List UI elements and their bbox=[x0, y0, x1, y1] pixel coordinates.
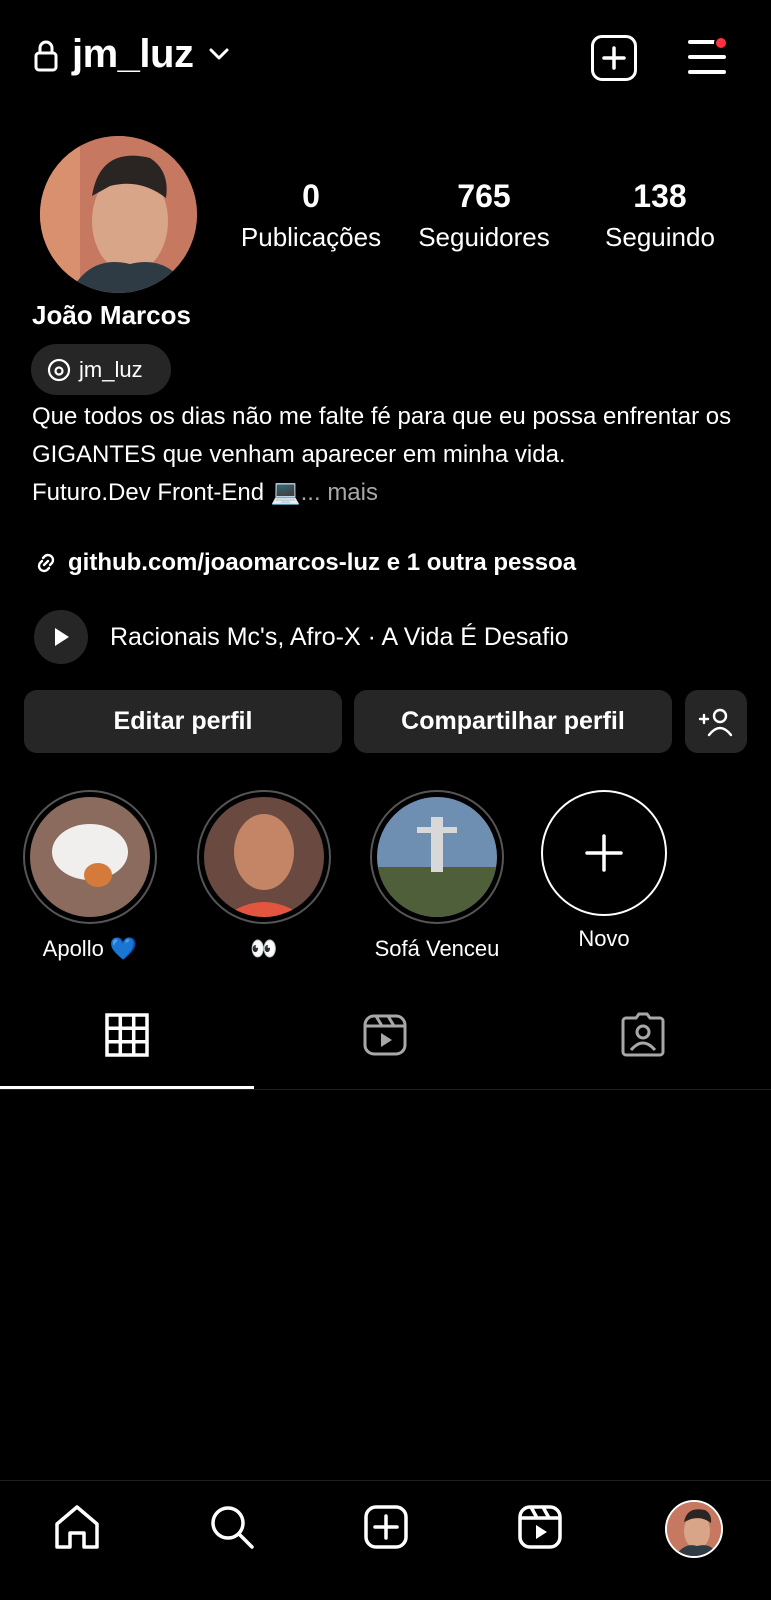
highlight-cover bbox=[204, 797, 324, 917]
link-icon bbox=[37, 553, 55, 573]
stat-following[interactable]: 138 Seguindo bbox=[590, 178, 730, 254]
home-icon[interactable] bbox=[52, 1502, 102, 1552]
share-profile-button[interactable]: Compartilhar perfil bbox=[354, 690, 672, 753]
threads-handle: jm_luz bbox=[79, 356, 143, 382]
threads-icon bbox=[47, 358, 71, 381]
chevron-down-icon[interactable] bbox=[208, 46, 230, 62]
following-count: 138 bbox=[633, 178, 687, 214]
highlight-label: Sofá Venceu bbox=[374, 936, 500, 961]
link-text: github.com/joaomarcos-luz e 1 outra pess… bbox=[68, 549, 577, 576]
bio-more-link[interactable]: ... mais bbox=[301, 479, 378, 506]
edit-profile-button[interactable]: Editar perfil bbox=[24, 690, 342, 753]
music-title: Racionais Mc's, Afro-X · A Vida É Desafi… bbox=[110, 622, 569, 651]
bio-line: Futuro.Dev Front-End 💻 bbox=[32, 479, 301, 506]
highlight-item[interactable]: Sofá Venceu bbox=[370, 790, 504, 962]
tagged-icon[interactable] bbox=[620, 1012, 666, 1058]
play-icon[interactable] bbox=[34, 610, 88, 664]
plus-icon bbox=[541, 790, 667, 916]
reels-icon[interactable] bbox=[515, 1502, 565, 1552]
new-highlight-button[interactable]: Novo bbox=[537, 790, 671, 952]
account-username[interactable]: jm_luz bbox=[72, 32, 194, 77]
highlight-cover bbox=[30, 797, 150, 917]
create-icon[interactable] bbox=[361, 1502, 411, 1552]
highlight-item[interactable]: Apollo 💙 bbox=[23, 790, 157, 962]
lock-icon bbox=[34, 40, 58, 72]
add-person-icon bbox=[698, 708, 733, 736]
reels-icon[interactable] bbox=[362, 1012, 408, 1058]
grid-icon[interactable] bbox=[104, 1012, 150, 1058]
profile-full-name: João Marcos bbox=[32, 300, 191, 330]
search-icon[interactable] bbox=[207, 1502, 257, 1552]
stat-posts[interactable]: 0 Publicações bbox=[237, 178, 385, 254]
highlight-label: Apollo 💙 bbox=[42, 936, 138, 961]
threads-badge[interactable]: jm_luz bbox=[31, 344, 171, 395]
highlight-label: Novo bbox=[578, 926, 630, 951]
followers-label: Seguidores bbox=[418, 222, 550, 252]
highlight-cover bbox=[377, 797, 497, 917]
profile-bio: Que todos os dias não me falte fé para q… bbox=[32, 398, 752, 512]
posts-count: 0 bbox=[302, 178, 320, 214]
notification-dot bbox=[714, 36, 728, 50]
divider bbox=[0, 1480, 771, 1481]
following-label: Seguindo bbox=[605, 222, 715, 252]
menu-icon[interactable] bbox=[686, 36, 730, 78]
profile-avatar[interactable] bbox=[40, 136, 197, 293]
stat-followers[interactable]: 765 Seguidores bbox=[410, 178, 558, 254]
posts-label: Publicações bbox=[240, 222, 382, 252]
bio-line: Que todos os dias não me falte fé para q… bbox=[32, 403, 732, 468]
profile-link[interactable]: github.com/joaomarcos-luz e 1 outra pess… bbox=[32, 549, 576, 577]
discover-people-button[interactable] bbox=[685, 690, 747, 753]
highlight-item[interactable]: 👀 bbox=[197, 790, 331, 962]
profile-avatar[interactable] bbox=[665, 1500, 723, 1558]
create-post-icon[interactable] bbox=[591, 35, 637, 81]
profile-music[interactable]: Racionais Mc's, Afro-X · A Vida É Desafi… bbox=[34, 610, 569, 664]
followers-count: 765 bbox=[457, 178, 511, 214]
divider bbox=[0, 1089, 771, 1090]
highlight-label: 👀 bbox=[250, 936, 278, 961]
